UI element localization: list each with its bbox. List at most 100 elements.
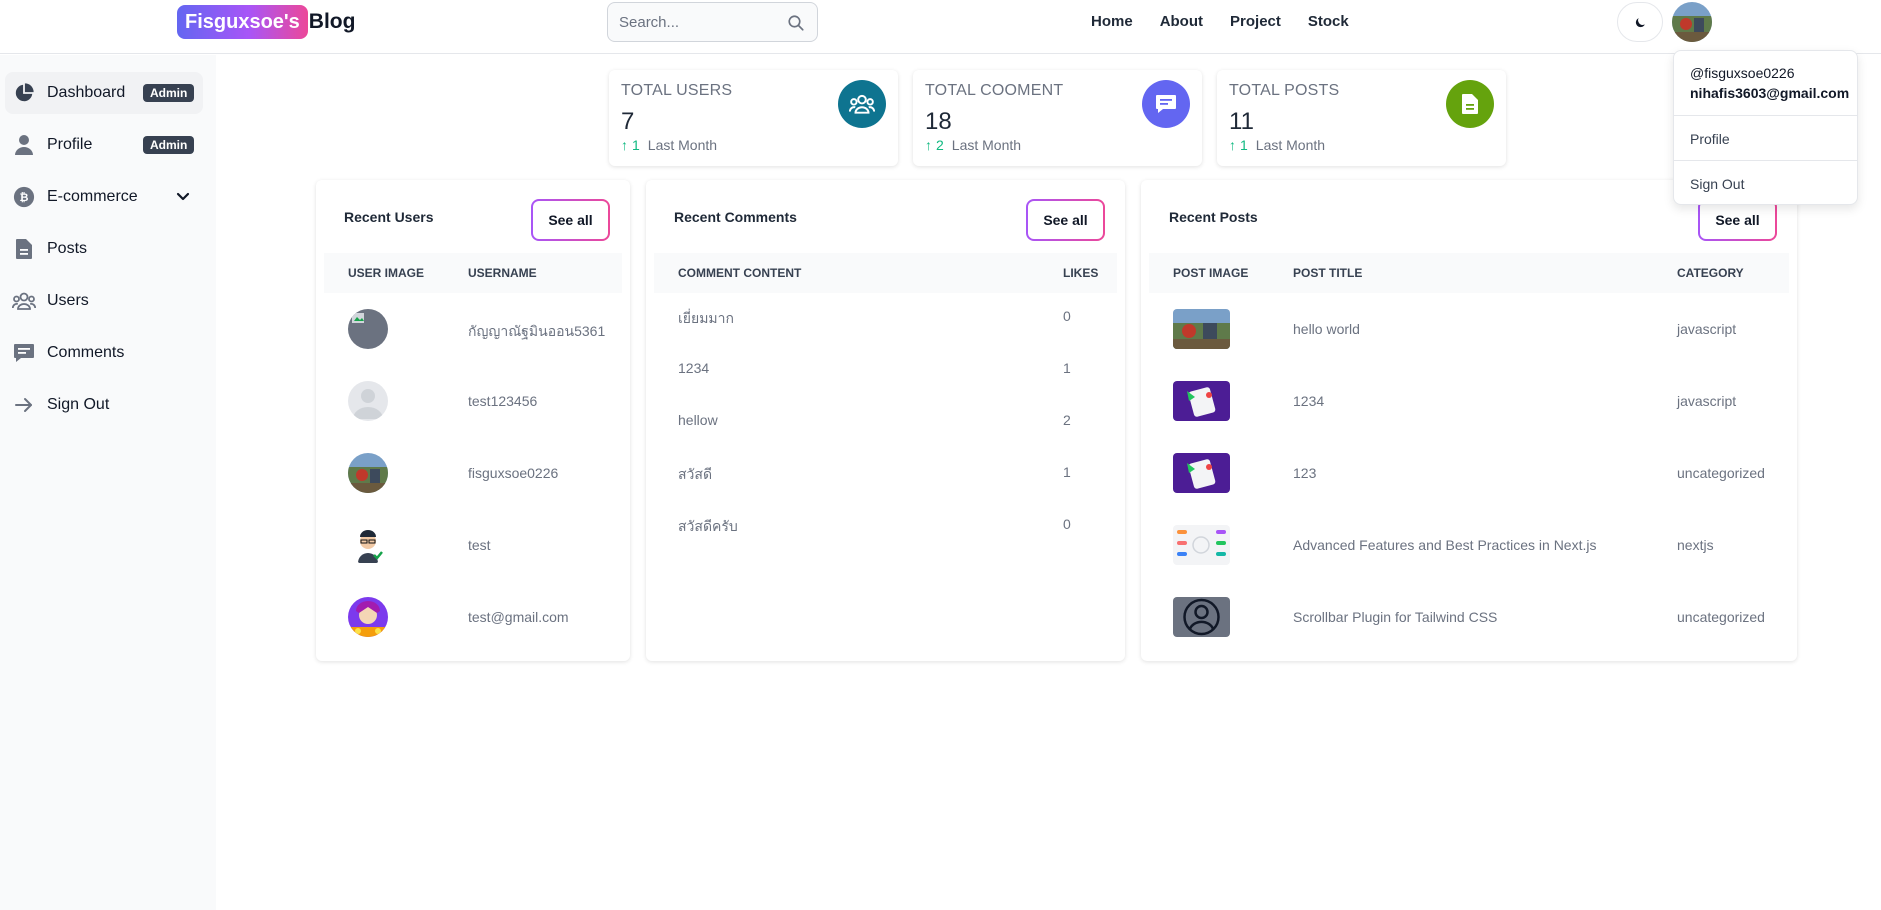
- panel-title: Recent Posts: [1169, 209, 1258, 225]
- sidebar-item-sign-out[interactable]: Sign Out: [5, 384, 203, 426]
- search-input[interactable]: [608, 3, 778, 41]
- table-row[interactable]: fisguxsoe0226: [316, 437, 630, 509]
- sidebar-item-profile[interactable]: Profile Admin: [5, 124, 203, 166]
- column-header: USERNAME: [468, 266, 537, 280]
- post-image: [1173, 525, 1230, 565]
- bitcoin-icon: ₿: [12, 185, 36, 209]
- logo-text: Blog: [308, 10, 356, 33]
- username: กัญญาณัฐมินออน5361: [468, 323, 606, 339]
- nav-stock-link[interactable]: Stock: [1308, 12, 1349, 32]
- moon-icon: [1635, 17, 1645, 27]
- see-all-label: See all: [533, 201, 608, 239]
- dropdown-sign-out-item[interactable]: Sign Out: [1690, 176, 1744, 192]
- table-row[interactable]: กัญญาณัฐมินออน5361: [316, 293, 630, 365]
- search-icon[interactable]: [787, 14, 805, 32]
- sidebar-item-dashboard[interactable]: Dashboard Admin: [5, 72, 203, 114]
- arrow-up-icon: ↑: [925, 137, 932, 153]
- user-image: [348, 453, 388, 493]
- stat-value: 18: [925, 108, 952, 135]
- sidebar-label: E-commerce: [47, 188, 138, 205]
- user-icon: [12, 133, 36, 157]
- comment-likes: 1: [1063, 464, 1071, 480]
- dropdown-profile-item[interactable]: Profile: [1690, 131, 1730, 147]
- table-row[interactable]: 1234 javascript: [1141, 365, 1797, 437]
- sidebar-label: Dashboard: [47, 84, 126, 101]
- sidebar-item-posts[interactable]: Posts: [5, 228, 203, 270]
- post-title: 123: [1293, 465, 1317, 481]
- post-image: [1173, 597, 1230, 637]
- admin-badge: Admin: [143, 136, 195, 154]
- column-header: CATEGORY: [1677, 266, 1744, 280]
- user-image: [348, 597, 388, 637]
- panel-title: Recent Users: [344, 209, 434, 225]
- site-logo[interactable]: Fisguxsoe's Blog: [177, 5, 355, 39]
- post-category: uncategorized: [1677, 465, 1765, 481]
- search-box: [607, 2, 818, 42]
- stat-title: TOTAL POSTS: [1229, 82, 1340, 99]
- sidebar-item-ecommerce[interactable]: ₿ E-commerce: [5, 176, 203, 218]
- nav-project-link[interactable]: Project: [1230, 12, 1281, 32]
- user-image: [348, 309, 388, 349]
- avatar-image: [1672, 2, 1712, 42]
- stat-card-total-comments: TOTAL COOMENT 18 ↑ 2 Last Month: [913, 70, 1202, 166]
- dropdown-email: nihafis3603@gmail.com: [1690, 85, 1850, 101]
- svg-text:₿: ₿: [20, 192, 29, 204]
- sidebar-item-users[interactable]: Users: [5, 280, 203, 322]
- username: test: [468, 537, 491, 553]
- table-row[interactable]: hello world javascript: [1141, 293, 1797, 365]
- table-row[interactable]: 123 uncategorized: [1141, 437, 1797, 509]
- column-header: POST TITLE: [1293, 266, 1363, 280]
- table-row[interactable]: test123456: [316, 365, 630, 437]
- see-all-users-button[interactable]: See all: [531, 199, 610, 241]
- comment-likes: 1: [1063, 360, 1071, 376]
- user-image: [348, 381, 388, 421]
- stat-value: 7: [621, 108, 635, 135]
- nav-about-link[interactable]: About: [1160, 12, 1203, 32]
- stat-period: Last Month: [647, 137, 718, 153]
- see-all-label: See all: [1700, 201, 1775, 239]
- sidebar-label: Comments: [47, 344, 125, 361]
- post-image: [1173, 309, 1230, 349]
- top-navbar: Fisguxsoe's Blog Home About Project Stoc…: [0, 0, 1881, 54]
- stat-title: TOTAL COOMENT: [925, 82, 1064, 99]
- pie-chart-icon: [12, 81, 36, 105]
- comment-content: สวัสดีครับ: [678, 518, 738, 534]
- comment-content: hellow: [678, 412, 718, 428]
- table-row[interactable]: Advanced Features and Best Practices in …: [1141, 509, 1797, 581]
- top-nav: Home About Project Stock: [1091, 12, 1376, 32]
- column-header: POST IMAGE: [1173, 266, 1249, 280]
- divider: [1674, 160, 1857, 161]
- sidebar-label: Users: [47, 292, 89, 309]
- comment-icon: [1142, 80, 1190, 128]
- table-row[interactable]: test: [316, 509, 630, 581]
- sidebar: Dashboard Admin Profile Admin ₿ E-commer…: [0, 55, 216, 910]
- arrow-up-icon: ↑: [1229, 137, 1236, 153]
- document-icon: [1446, 80, 1494, 128]
- table-header: POST IMAGE POST TITLE CATEGORY: [1149, 253, 1789, 293]
- see-all-label: See all: [1028, 201, 1103, 239]
- stat-card-total-users: TOTAL USERS 7 ↑ 1 Last Month: [609, 70, 898, 166]
- column-header: COMMENT CONTENT: [678, 266, 802, 280]
- username: test@gmail.com: [468, 609, 569, 625]
- see-all-posts-button[interactable]: See all: [1698, 199, 1777, 241]
- username: test123456: [468, 393, 538, 409]
- stat-trend: ↑ 2 Last Month: [925, 137, 1021, 153]
- user-avatar-button[interactable]: [1672, 2, 1712, 42]
- username: fisguxsoe0226: [468, 465, 559, 481]
- theme-toggle-button[interactable]: [1617, 2, 1663, 42]
- dropdown-username: @fisguxsoe0226: [1690, 65, 1795, 81]
- stat-trend: ↑ 1 Last Month: [1229, 137, 1325, 153]
- comment-likes: 0: [1063, 516, 1071, 532]
- arrow-right-icon: [12, 393, 36, 417]
- table-row[interactable]: Scrollbar Plugin for Tailwind CSS uncate…: [1141, 581, 1797, 653]
- chevron-down-icon[interactable]: [175, 188, 191, 204]
- see-all-comments-button[interactable]: See all: [1026, 199, 1105, 241]
- table-row[interactable]: สวัสดีครับ 0: [646, 501, 1125, 573]
- stat-change: 2: [936, 137, 944, 153]
- nav-home-link[interactable]: Home: [1091, 12, 1133, 32]
- post-image: [1173, 453, 1230, 493]
- sidebar-item-comments[interactable]: Comments: [5, 332, 203, 374]
- comment-content: เยี่ยมมาก: [678, 310, 734, 326]
- arrow-up-icon: ↑: [621, 137, 628, 153]
- table-row[interactable]: test@gmail.com: [316, 581, 630, 653]
